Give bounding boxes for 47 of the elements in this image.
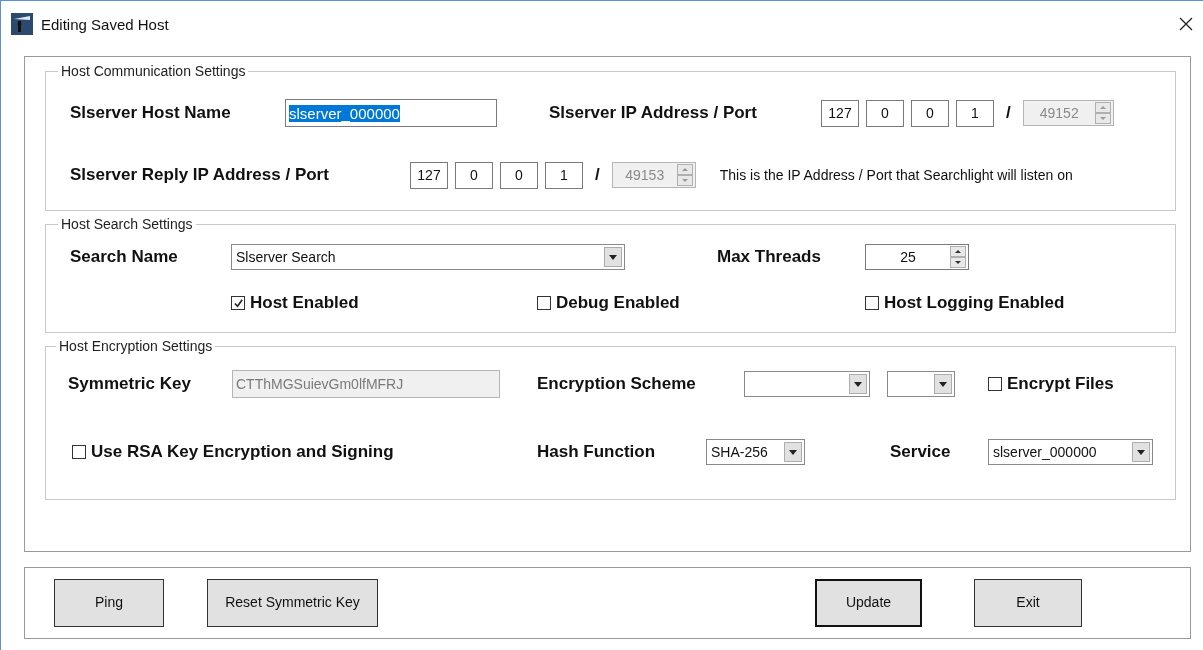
field-label: Slserver Host Name xyxy=(70,103,232,123)
dropdown[interactable]: Slserver Search xyxy=(231,244,625,270)
ip-octet-field[interactable]: 0 xyxy=(500,161,538,189)
app-icon xyxy=(11,13,33,35)
field-label: Encryption Scheme xyxy=(537,374,697,394)
checkbox[interactable] xyxy=(865,296,879,310)
dialog-button[interactable]: Exit xyxy=(974,579,1082,627)
field-label: Slserver Reply IP Address / Port xyxy=(70,165,330,185)
checkbox-label[interactable]: Host Enabled xyxy=(250,293,359,313)
dialog-button[interactable]: Update xyxy=(815,579,922,627)
dialog-button[interactable]: Ping xyxy=(54,579,164,627)
spinner-arrows-icon[interactable] xyxy=(950,246,966,268)
checkbox-label[interactable]: Encrypt Files xyxy=(1007,373,1114,394)
field-label: Slserver IP Address / Port xyxy=(549,103,758,123)
host-name-field[interactable]: slserver_000000 xyxy=(285,99,497,127)
ip-octet-field[interactable]: 127 xyxy=(821,99,859,127)
checkbox-label[interactable]: Use RSA Key Encryption and Signing xyxy=(91,442,394,462)
field-text: slserver_000000 xyxy=(289,104,400,122)
group-title: Host Communication Settings xyxy=(60,63,247,79)
close-icon[interactable] xyxy=(1179,17,1193,31)
field-label: Max Threads xyxy=(717,247,822,267)
checkbox[interactable] xyxy=(537,296,551,310)
group-title: Host Encryption Settings xyxy=(58,338,214,354)
ip-octet-field[interactable]: 0 xyxy=(455,161,493,189)
ip-octet-field[interactable]: 0 xyxy=(911,99,949,127)
dropdown[interactable]: SHA-256 xyxy=(706,439,805,465)
field-label: Hash Function xyxy=(537,442,657,462)
checkbox-label[interactable]: Host Logging Enabled xyxy=(884,293,1065,313)
checkbox[interactable] xyxy=(72,445,86,459)
ip-octet-field[interactable]: 1 xyxy=(956,99,994,127)
field-label: Symmetric Key xyxy=(68,374,192,394)
checkbox[interactable] xyxy=(231,296,245,310)
window-title: Editing Saved Host xyxy=(41,15,169,33)
threads-spinner[interactable]: 25 xyxy=(865,244,969,270)
separator-slash: / xyxy=(595,165,600,185)
ip-octet-field[interactable]: 1 xyxy=(545,161,583,189)
ip-octet-field[interactable]: 127 xyxy=(410,161,448,189)
group-title: Host Search Settings xyxy=(60,216,194,232)
dropdown[interactable]: slserver_000000 xyxy=(988,439,1153,465)
checkbox-label[interactable]: Debug Enabled xyxy=(556,293,680,313)
field-label: Search Name xyxy=(70,247,179,267)
info-text: This is the IP Address / Port that Searchlight will listen on xyxy=(719,167,1073,183)
ip-octet-field[interactable]: 0 xyxy=(866,99,904,127)
dialog-button[interactable]: Reset Symmetric Key xyxy=(207,579,378,627)
checkbox[interactable] xyxy=(988,376,1002,391)
separator-slash: / xyxy=(1006,103,1011,123)
field-label: Service xyxy=(890,442,952,462)
